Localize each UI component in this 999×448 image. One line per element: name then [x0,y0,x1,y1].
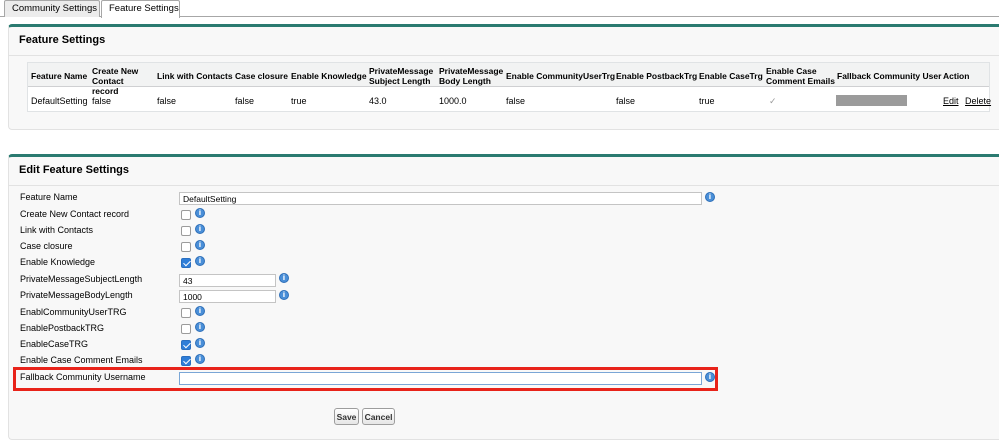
col-action: Action [943,71,970,81]
row-actions: Edit Delete [943,96,991,106]
col-pm-subject-length: PrivateMessage Subject Length [369,66,434,86]
info-icon[interactable]: i [279,273,289,283]
cell-pm-body-length: 1000.0 [439,96,467,106]
edit-panel-title: Edit Feature Settings [19,164,130,176]
cell-enable-postback-trg: false [616,96,636,106]
pm-body-length-input[interactable] [179,290,276,303]
label-link-with-contacts: Link with Contacts [20,225,94,235]
label-pm-body-length: PrivateMessageBodyLength [20,290,133,300]
fallback-user-redacted [836,95,907,106]
info-icon[interactable]: i [195,338,205,348]
feature-settings-table: Feature Name Create New Contact record L… [27,62,991,112]
case-closure-checkbox[interactable] [181,242,191,252]
col-enable-case-trg: Enable CaseTrg [699,71,763,81]
pm-subject-length-input[interactable] [179,274,276,287]
enable-case-trg-checkbox[interactable] [181,340,191,350]
info-icon[interactable]: i [195,256,205,266]
label-enable-community-user-trg: EnablCommunityUserTRG [20,307,127,317]
cancel-button[interactable]: Cancel [362,408,395,425]
cell-link-with-contacts: false [157,96,177,106]
label-enable-case-comment-emails: Enable Case Comment Emails [20,355,143,365]
panel-divider [9,185,999,186]
enable-knowledge-checkbox[interactable] [181,258,191,268]
label-feature-name: Feature Name [20,192,78,202]
label-pm-subject-length: PrivateMessageSubjectLength [20,274,143,284]
create-new-contact-checkbox[interactable] [181,210,191,220]
cell-pm-subject-length: 43.0 [369,96,387,106]
info-icon[interactable]: i [195,306,205,316]
info-icon[interactable]: i [705,192,715,202]
info-icon[interactable]: i [195,224,205,234]
enable-community-user-trg-checkbox[interactable] [181,308,191,318]
cell-enable-community-user-trg: false [506,96,526,106]
col-enable-postback-trg: Enable PostbackTrg [616,71,698,81]
label-create-new-contact: Create New Contact record [20,209,130,219]
col-create-new-contact: Create New Contact record [92,66,139,96]
edit-link[interactable]: Edit [943,96,959,106]
table-header: Feature Name Create New Contact record L… [28,63,989,96]
col-enable-case-comment-emails: Enable Case Comment Emails [766,66,835,86]
cell-create-new-contact: false [92,96,112,106]
list-panel-title: Feature Settings [19,34,106,46]
label-enable-postback-trg: EnablePostbackTRG [20,323,105,333]
cell-feature-name: DefaultSetting [31,96,88,106]
info-icon[interactable]: i [195,240,205,250]
col-enable-community-user-trg: Enable CommunityUserTrg [506,71,616,81]
label-enable-knowledge: Enable Knowledge [20,257,96,267]
enable-postback-trg-checkbox[interactable] [181,324,191,334]
cell-case-closure: false [235,96,255,106]
info-icon[interactable]: i [195,354,205,364]
tab-community-settings[interactable]: Community Settings [4,0,100,17]
col-pm-body-length: PrivateMessage Body Length [439,66,504,86]
col-link-with-contacts: Link with Contacts [157,71,233,81]
tab-bar: Community Settings Feature Settings [0,0,999,18]
col-fallback-community-user: Fallback Community User [837,71,942,81]
delete-link[interactable]: Delete [965,96,991,106]
col-case-closure: Case closure [235,71,288,81]
label-fallback-username: Fallback Community Username [20,372,146,382]
link-with-contacts-checkbox[interactable] [181,226,191,236]
feature-name-input[interactable] [179,192,702,205]
info-icon[interactable]: i [195,322,205,332]
tab-feature-settings[interactable]: Feature Settings [101,0,180,18]
label-enable-case-trg: EnableCaseTRG [20,339,89,349]
info-icon[interactable]: i [705,372,715,382]
info-icon[interactable]: i [279,290,289,300]
cell-enable-knowledge: true [291,96,307,106]
save-button[interactable]: Save [334,408,359,425]
col-feature-name: Feature Name [31,71,88,81]
panel-divider [9,55,999,56]
col-enable-knowledge: Enable Knowledge [291,71,367,81]
enable-case-comment-emails-checkbox[interactable] [181,356,191,366]
label-case-closure: Case closure [20,241,73,251]
fallback-username-input[interactable] [179,372,702,385]
checkmark-icon: ✓ [769,96,777,106]
cell-enable-case-trg: true [699,96,715,106]
info-icon[interactable]: i [195,208,205,218]
